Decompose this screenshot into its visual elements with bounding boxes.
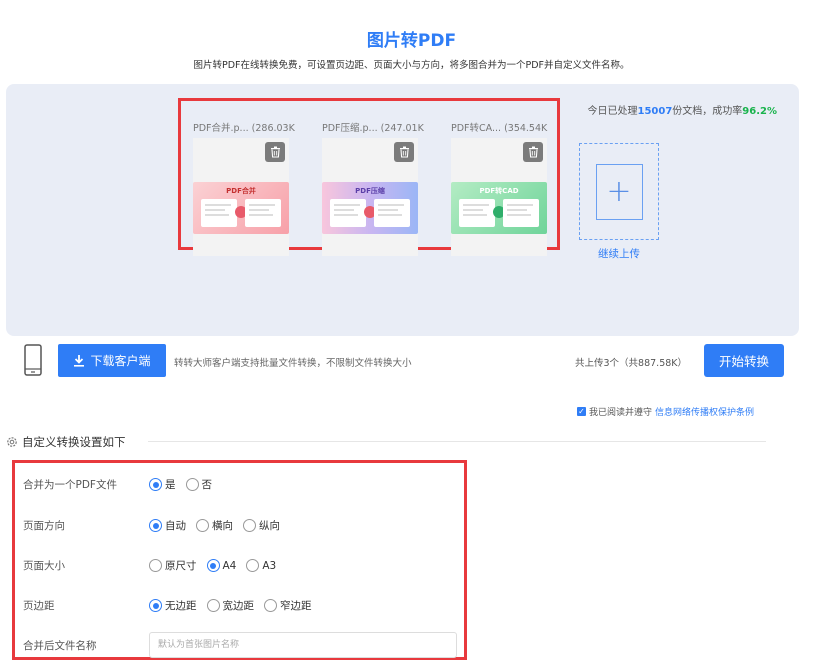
upload-panel: 今日已处理15007份文档，成功率96.2% PDF合并.p... (286.0… (6, 84, 799, 336)
delete-file-button[interactable] (523, 142, 543, 162)
download-note: 转转大师客户端支持批量文件转换，不限制文件转换大小 (174, 358, 412, 369)
divider (148, 441, 766, 442)
download-client-button[interactable]: 下载客户端 (58, 344, 166, 377)
page-subtitle: 图片转PDF在线转换免费，可设置页边距、页面大小与方向，将多图合并为一个PDF并… (193, 60, 630, 71)
thumb-title: PDF合并 (226, 187, 256, 195)
radio-merge-yes[interactable]: 是 (149, 477, 176, 492)
start-convert-button[interactable]: 开始转换 (704, 344, 784, 377)
merge-label: 合并为一个PDF文件 (23, 479, 117, 491)
filename-option-row: 合并后文件名称 (23, 632, 457, 658)
stats-mid: 份文档，成功率 (672, 106, 743, 117)
file-thumbnail: PDF压缩 (322, 138, 418, 256)
file-name: PDF转CA... (354.54K (451, 123, 548, 134)
trash-icon (528, 146, 538, 158)
trash-icon (399, 146, 409, 158)
radio-size-a4[interactable]: A4 (206, 559, 236, 572)
continue-upload-label[interactable]: 继续上传 (579, 246, 659, 261)
thumb-image: PDF转CAD (451, 182, 547, 234)
settings-heading-text: 自定义转换设置如下 (22, 435, 126, 449)
orientation-option-row: 页面方向 自动 横向 纵向 (23, 518, 290, 533)
radio-merge-no[interactable]: 否 (185, 477, 212, 492)
agreement-checkbox[interactable]: ✓ (577, 407, 586, 416)
radio-orientation-auto[interactable]: 自动 (149, 518, 186, 533)
radio-margin-wide[interactable]: 宽边距 (206, 598, 254, 613)
upload-total: 共上传3个（共887.58K） (575, 358, 688, 369)
radio-margin-none[interactable]: 无边距 (149, 598, 197, 613)
download-icon (74, 355, 85, 367)
download-client-label: 下载客户端 (90, 354, 151, 368)
agreement-text: 我已阅读并遵守 (589, 408, 653, 418)
trash-icon (270, 146, 280, 158)
phone-icon (24, 344, 42, 380)
delete-file-button[interactable] (265, 142, 285, 162)
agreement-link[interactable]: 信息网络传播权保护条例 (655, 405, 754, 418)
merge-option-row: 合并为一个PDF文件 是 否 (23, 477, 222, 492)
settings-options-highlight: 合并为一个PDF文件 是 否 页面方向 自动 横向 纵向 页面大小 原尺寸 A4… (12, 460, 467, 660)
stats-count: 15007 (637, 106, 673, 117)
thumb-image: PDF合并 (193, 182, 289, 234)
thumb-title: PDF压缩 (355, 187, 385, 195)
margin-label: 页边距 (23, 600, 55, 612)
page-title: 图片转PDF (366, 31, 457, 51)
margin-option-row: 页边距 无边距 宽边距 窄边距 (23, 598, 322, 613)
delete-file-button[interactable] (394, 142, 414, 162)
radio-size-original[interactable]: 原尺寸 (149, 558, 197, 573)
gear-icon (7, 437, 17, 447)
settings-heading: 自定义转换设置如下 (6, 434, 126, 450)
thumb-image: PDF压缩 (322, 182, 418, 234)
pagesize-label: 页面大小 (23, 560, 65, 572)
file-thumbnail: PDF合并 (193, 138, 289, 256)
processing-stats: 今日已处理15007份文档，成功率96.2% (588, 102, 778, 117)
uploaded-files-highlight: PDF合并.p... (286.03K PDF合并 PDF压缩.p... (24… (178, 98, 560, 256)
radio-margin-narrow[interactable]: 窄边距 (264, 598, 312, 613)
stats-prefix: 今日已处理 (587, 106, 638, 117)
file-name: PDF压缩.p... (247.01K (322, 123, 424, 134)
filename-input[interactable] (149, 632, 457, 658)
plus-icon: + (595, 163, 643, 220)
file-thumbnail: PDF转CAD (451, 138, 547, 256)
filename-label: 合并后文件名称 (23, 639, 97, 652)
continue-upload-button[interactable]: + (579, 143, 659, 240)
radio-orientation-landscape[interactable]: 横向 (196, 518, 233, 533)
stats-rate: 96.2% (742, 106, 777, 117)
action-bar: 下载客户端 转转大师客户端支持批量文件转换，不限制文件转换大小 共上传3个（共8… (6, 336, 799, 386)
pagesize-option-row: 页面大小 原尺寸 A4 A3 (23, 558, 286, 573)
radio-size-a3[interactable]: A3 (246, 559, 276, 572)
thumb-title: PDF转CAD (479, 187, 519, 195)
orientation-label: 页面方向 (23, 520, 65, 532)
agreement: ✓ 我已阅读并遵守 信息网络传播权保护条例 (577, 405, 754, 418)
file-name: PDF合并.p... (286.03K (193, 123, 295, 134)
radio-orientation-portrait[interactable]: 纵向 (243, 518, 280, 533)
